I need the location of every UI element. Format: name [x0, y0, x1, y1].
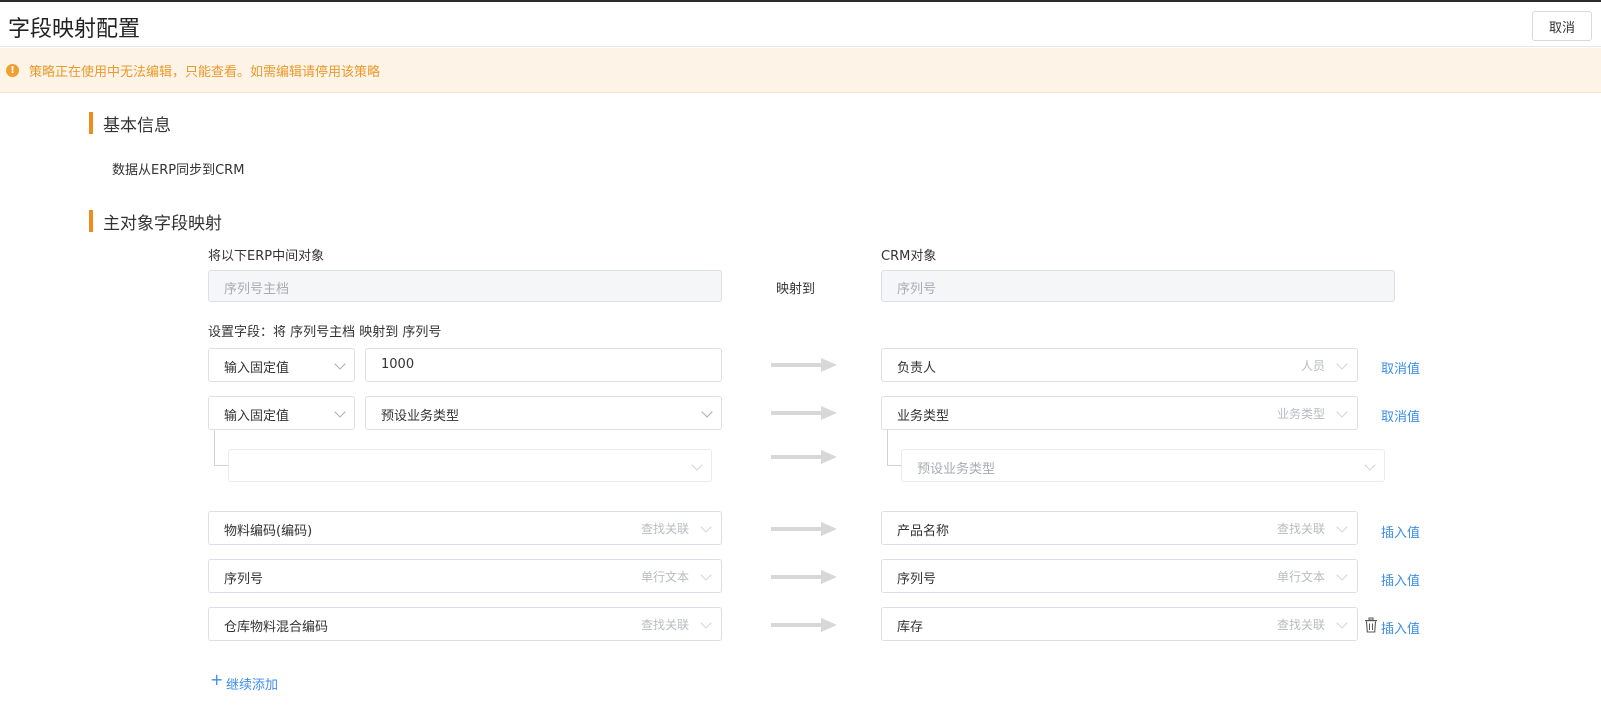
source-object-field: 序列号主档 — [208, 270, 722, 302]
field-type-label: 查找关联 — [640, 618, 689, 632]
chevron-down-icon — [700, 521, 712, 533]
chevron-down-icon — [1336, 617, 1348, 629]
arrow-right-icon — [771, 358, 837, 372]
insert-value-link[interactable]: 插入值 — [1381, 618, 1420, 637]
target-object-value: 序列号 — [897, 282, 937, 297]
sub-value-select[interactable] — [228, 449, 712, 482]
source-object-value: 序列号主档 — [224, 282, 290, 297]
cancel-value-link[interactable]: 取消值 — [1381, 406, 1420, 425]
tree-connector — [887, 430, 901, 466]
preset-business-type-label: 预设业务类型 — [381, 409, 460, 424]
trash-icon[interactable] — [1364, 617, 1378, 633]
chevron-down-icon — [1364, 459, 1376, 471]
field-type-label: 人员 — [1300, 359, 1325, 373]
tree-connector — [214, 430, 228, 466]
target-field-label: 产品名称 — [897, 524, 950, 539]
plus-icon[interactable]: + — [210, 672, 223, 688]
cancel-button[interactable]: 取消 — [1532, 11, 1592, 41]
source-field-select[interactable]: 仓库物料混合编码 查找关联 — [208, 607, 722, 641]
source-field-label: 物料编码(编码) — [224, 524, 313, 539]
target-object-label: CRM对象 — [881, 249, 937, 264]
arrow-right-icon — [771, 570, 837, 584]
chevron-down-icon — [700, 569, 712, 581]
source-field-label: 仓库物料混合编码 — [224, 620, 329, 635]
page-header: 字段映射配置 取消 — [0, 2, 1601, 47]
field-type-label: 查找关联 — [1276, 522, 1325, 536]
arrow-right-icon — [771, 406, 837, 420]
chevron-down-icon — [334, 358, 346, 370]
sub-target-select[interactable]: 预设业务类型 — [901, 449, 1385, 482]
chevron-down-icon — [1336, 406, 1348, 418]
chevron-down-icon — [701, 406, 713, 418]
chevron-down-icon — [1336, 521, 1348, 533]
maps-to-label: 映射到 — [776, 282, 816, 297]
section-title-field-mapping: 主对象字段映射 — [103, 214, 222, 234]
field-type-label: 业务类型 — [1276, 407, 1325, 421]
target-field-label: 业务类型 — [897, 409, 950, 424]
warning-banner: ! 策略正在使用中无法编辑，只能查看。如需编辑请停用该策略 — [0, 48, 1601, 93]
chevron-down-icon — [691, 459, 703, 471]
target-field-label: 序列号 — [897, 572, 937, 587]
section-title-basic-info: 基本信息 — [103, 116, 171, 136]
fixed-value-text: 1000 — [381, 357, 415, 372]
source-field-label: 序列号 — [224, 572, 264, 587]
target-field-label: 库存 — [897, 620, 924, 635]
add-more-link[interactable]: 继续添加 — [226, 674, 278, 693]
chevron-down-icon — [1336, 358, 1348, 370]
page-title: 字段映射配置 — [8, 17, 141, 42]
arrow-right-icon — [771, 618, 837, 632]
arrow-right-icon — [771, 450, 837, 464]
source-field-select[interactable]: 物料编码(编码) 查找关联 — [208, 511, 722, 545]
insert-value-link[interactable]: 插入值 — [1381, 570, 1420, 589]
cancel-value-link[interactable]: 取消值 — [1381, 358, 1420, 377]
fixed-value-input[interactable]: 1000 — [365, 348, 722, 382]
target-field-label: 负责人 — [897, 361, 937, 376]
arrow-right-icon — [771, 522, 837, 536]
target-object-field: 序列号 — [881, 270, 1395, 302]
field-type-label: 查找关联 — [1276, 618, 1325, 632]
warning-text: 策略正在使用中无法编辑，只能查看。如需编辑请停用该策略 — [29, 65, 381, 80]
target-field-select[interactable]: 业务类型 业务类型 — [881, 396, 1358, 430]
sub-target-label: 预设业务类型 — [917, 462, 996, 477]
source-object-label: 将以下ERP中间对象 — [208, 249, 325, 264]
chevron-down-icon — [1336, 569, 1348, 581]
preset-business-type-select[interactable]: 预设业务类型 — [365, 396, 722, 430]
insert-value-link[interactable]: 插入值 — [1381, 522, 1420, 541]
field-type-label: 单行文本 — [1276, 570, 1325, 584]
section-marker — [89, 210, 93, 232]
value-mode-label: 输入固定值 — [224, 409, 290, 424]
target-field-select[interactable]: 库存 查找关联 — [881, 607, 1358, 641]
field-type-label: 查找关联 — [640, 522, 689, 536]
value-mode-select[interactable]: 输入固定值 — [208, 396, 355, 430]
chevron-down-icon — [700, 617, 712, 629]
target-field-select[interactable]: 产品名称 查找关联 — [881, 511, 1358, 545]
value-mode-label: 输入固定值 — [224, 361, 290, 376]
chevron-down-icon — [334, 406, 346, 418]
settings-label: 设置字段：将 序列号主档 映射到 序列号 — [208, 325, 442, 340]
section-marker — [89, 112, 93, 134]
field-type-label: 单行文本 — [640, 570, 689, 584]
exclamation-circle-icon: ! — [6, 64, 19, 77]
target-field-select[interactable]: 负责人 人员 — [881, 348, 1358, 382]
sync-direction-text: 数据从ERP同步到CRM — [112, 163, 245, 178]
value-mode-select[interactable]: 输入固定值 — [208, 348, 355, 382]
target-field-select[interactable]: 序列号 单行文本 — [881, 559, 1358, 593]
source-field-select[interactable]: 序列号 单行文本 — [208, 559, 722, 593]
